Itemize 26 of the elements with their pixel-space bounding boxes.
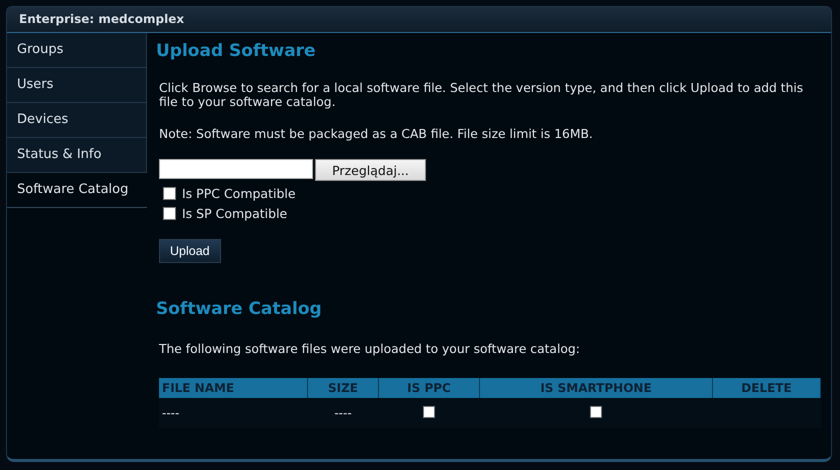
column-header: IS SMARTPHONE: [480, 378, 712, 398]
column-header: FILE NAME: [159, 378, 308, 398]
sidebar-item[interactable]: Devices: [7, 103, 147, 138]
checkbox-label: Is SP Compatible: [182, 206, 288, 220]
checkbox-label: Is PPC Compatible: [182, 186, 296, 200]
sidebar-item[interactable]: Users: [7, 68, 147, 103]
checkbox[interactable]: [163, 206, 176, 220]
checkbox[interactable]: [590, 406, 602, 418]
section-heading: Software Catalog: [156, 299, 323, 319]
column-header: DELETE: [712, 378, 820, 398]
table-cell: ----: [159, 398, 308, 428]
sidebar-item[interactable]: Groups: [7, 33, 147, 68]
checkbox[interactable]: [163, 186, 176, 200]
section-heading: Upload Software: [156, 41, 317, 61]
checkbox[interactable]: [423, 406, 435, 418]
window-title: Enterprise: medcomplex: [7, 7, 831, 33]
browse-button[interactable]: Przeglądaj...: [315, 159, 426, 181]
intro-text: The following software files were uploaded to your software catalog:: [159, 342, 581, 356]
column-header: SIZE: [308, 378, 378, 398]
table-cell: ----: [308, 398, 378, 428]
note-text: Note: Software must be packaged as a CAB file. File size limit is 16MB.: [159, 127, 594, 141]
instructions-text: Click Browse to search for a local software file. Select the version type, and then click Upload to add this file to your software catalog.: [159, 81, 804, 109]
file-path-field[interactable]: [159, 159, 313, 179]
upload-button[interactable]: Upload: [159, 239, 221, 263]
column-header: IS PPC: [378, 378, 480, 398]
sidebar-item[interactable]: Status & Info: [7, 138, 147, 173]
